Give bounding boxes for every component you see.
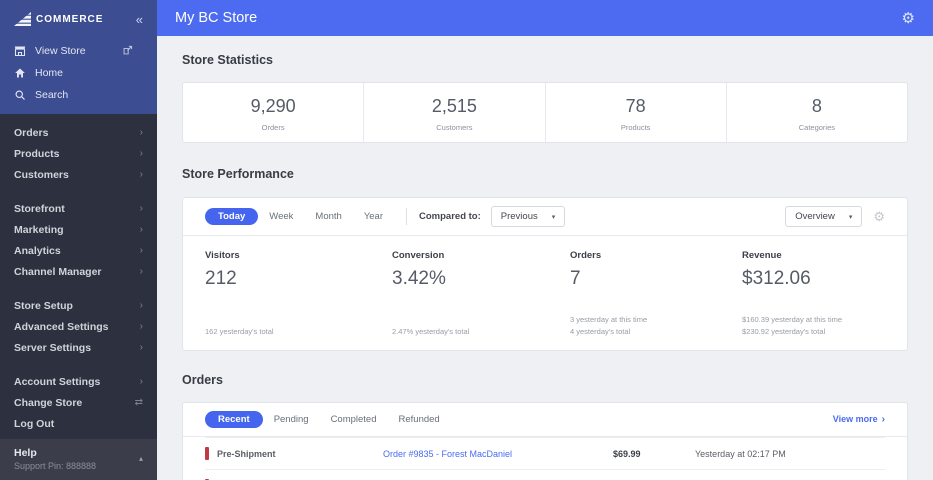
chevron-right-icon: › (139, 342, 143, 353)
store-performance-card: Today Week Month Year Compared to: Previ… (182, 197, 908, 351)
stat-value: 9,290 (250, 96, 296, 116)
stat-value: 78 (625, 96, 646, 116)
table-row: Pre-Shipment Order #9834 - Tacitus Cornb… (205, 469, 885, 480)
sidebar-item-analytics[interactable]: Analytics › (0, 240, 157, 261)
external-link-icon (122, 45, 134, 57)
sidebar-help-section[interactable]: Help Support Pin: 888888 ▴ (0, 438, 157, 480)
home-icon (14, 67, 26, 79)
sidebar-item-storefront[interactable]: Storefront › (0, 198, 157, 219)
chevron-down-icon: ▾ (551, 213, 556, 221)
chevron-right-icon: › (139, 300, 143, 311)
sidebar-item-channel-manager[interactable]: Channel Manager › (0, 261, 157, 282)
stat-products: 78 Products (546, 83, 727, 142)
store-performance-title: Store Performance (182, 167, 294, 181)
stat-customers: 2,515 Customers (364, 83, 546, 142)
storefront-icon (14, 45, 26, 57)
chevron-right-icon: › (139, 148, 143, 159)
status-badge (205, 447, 209, 460)
stat-label: Customers (436, 123, 473, 132)
chevron-right-icon: › (139, 127, 143, 138)
chevron-right-icon: › (139, 224, 143, 235)
sidebar-item-home[interactable]: Home (0, 62, 157, 84)
tab-week[interactable]: Week (258, 208, 304, 225)
performance-toolbar: Today Week Month Year Compared to: Previ… (183, 198, 907, 236)
tab-year[interactable]: Year (353, 208, 394, 225)
chevron-right-icon: › (139, 169, 143, 180)
metric-visitors: Visitors 212 162 yesterday's total (205, 250, 274, 336)
sidebar-item-server-settings[interactable]: Server Settings › (0, 337, 157, 358)
orders-card: Recent Pending Completed Refunded View m… (182, 402, 908, 480)
sidebar-menu: Orders › Products › Customers › Storefront ›… (0, 114, 157, 439)
tab-pending[interactable]: Pending (263, 411, 320, 428)
bigcommerce-logo-text: COMMERCE (36, 13, 104, 25)
sidebar-item-search[interactable]: Search (0, 84, 157, 106)
sidebar-item-store-setup[interactable]: Store Setup › (0, 295, 157, 316)
order-link[interactable]: Order #9835 - Forest MacDaniel (383, 449, 613, 459)
view-more-link[interactable]: View more › (833, 414, 885, 425)
tab-refunded[interactable]: Refunded (388, 411, 451, 428)
sidebar-collapse-button[interactable]: « (136, 13, 143, 26)
swap-icon: ⇄ (134, 397, 143, 408)
compared-to-label: Compared to: (419, 211, 481, 222)
sidebar-item-customers[interactable]: Customers › (0, 164, 157, 185)
search-icon (14, 89, 26, 101)
sidebar-item-products[interactable]: Products › (0, 143, 157, 164)
order-date: Yesterday at 02:17 PM (695, 448, 786, 459)
sidebar-item-advanced-settings[interactable]: Advanced Settings › (0, 316, 157, 337)
sidebar-top-section: COMMERCE « View Store Home Search (0, 0, 157, 114)
header-bar: My BC Store ⚙ (157, 0, 933, 36)
home-label: Home (35, 67, 64, 79)
sidebar-item-log-out[interactable]: Log Out (0, 413, 157, 434)
logo-row: COMMERCE « (0, 0, 157, 40)
metric-revenue: Revenue $312.06 $160.39 yesterday at thi… (742, 250, 843, 336)
metric-orders: Orders 7 3 yesterday at this time 4 yest… (570, 250, 648, 336)
table-row: Pre-Shipment Order #9835 - Forest MacDan… (205, 437, 885, 469)
main-content: Store Statistics 9,290 Orders 2,515 Cust… (157, 36, 933, 480)
sidebar-item-change-store[interactable]: Change Store ⇄ (0, 392, 157, 413)
divider (406, 208, 408, 225)
sidebar-item-view-store[interactable]: View Store (0, 40, 157, 62)
gear-icon[interactable]: ⚙ (902, 11, 915, 26)
sidebar: COMMERCE « View Store Home Search Orders… (0, 0, 157, 480)
chevron-right-icon: › (881, 414, 885, 425)
orders-title: Orders (182, 373, 223, 387)
tab-recent[interactable]: Recent (205, 411, 263, 428)
compared-to-select[interactable]: Previous ▾ (490, 206, 566, 227)
chevron-down-icon: ▾ (848, 213, 853, 221)
order-price: $69.99 (613, 448, 641, 459)
stat-label: Products (620, 123, 651, 132)
sidebar-item-account-settings[interactable]: Account Settings › (0, 371, 157, 392)
gear-icon[interactable]: ⚙ (873, 209, 885, 225)
bigcommerce-logo-icon (14, 12, 31, 26)
stat-value: 2,515 (431, 96, 477, 116)
tab-today[interactable]: Today (205, 208, 259, 225)
tab-completed[interactable]: Completed (320, 411, 388, 428)
store-statistics-title: Store Statistics (182, 53, 274, 67)
chevron-right-icon: › (139, 266, 143, 277)
chevron-right-icon: › (139, 245, 143, 256)
store-statistics-card: 9,290 Orders 2,515 Customers 78 Products… (182, 82, 908, 143)
stat-label: Orders (261, 123, 285, 132)
chevron-up-icon: ▴ (138, 454, 143, 464)
help-title: Help (14, 446, 37, 459)
order-status: Pre-Shipment (205, 447, 383, 460)
stat-orders: 9,290 Orders (183, 83, 365, 142)
chevron-right-icon: › (139, 321, 143, 332)
sidebar-item-marketing[interactable]: Marketing › (0, 219, 157, 240)
tab-month[interactable]: Month (304, 208, 352, 225)
overview-select[interactable]: Overview ▾ (785, 206, 863, 227)
stat-categories: 8 Categories (727, 83, 907, 142)
view-store-label: View Store (35, 45, 86, 57)
chevron-right-icon: › (139, 376, 143, 387)
support-pin: Support Pin: 888888 (14, 460, 97, 471)
chevron-right-icon: › (139, 203, 143, 214)
orders-tabs: Recent Pending Completed Refunded View m… (183, 403, 907, 437)
search-label: Search (35, 89, 69, 101)
performance-metrics: Visitors 212 162 yesterday's total Conve… (183, 236, 907, 350)
metric-conversion: Conversion 3.42% 2.47% yesterday's total (392, 250, 470, 336)
stat-value: 8 (811, 96, 822, 116)
sidebar-item-orders[interactable]: Orders › (0, 122, 157, 143)
stat-label: Categories (798, 123, 836, 132)
page-title: My BC Store (175, 10, 258, 26)
